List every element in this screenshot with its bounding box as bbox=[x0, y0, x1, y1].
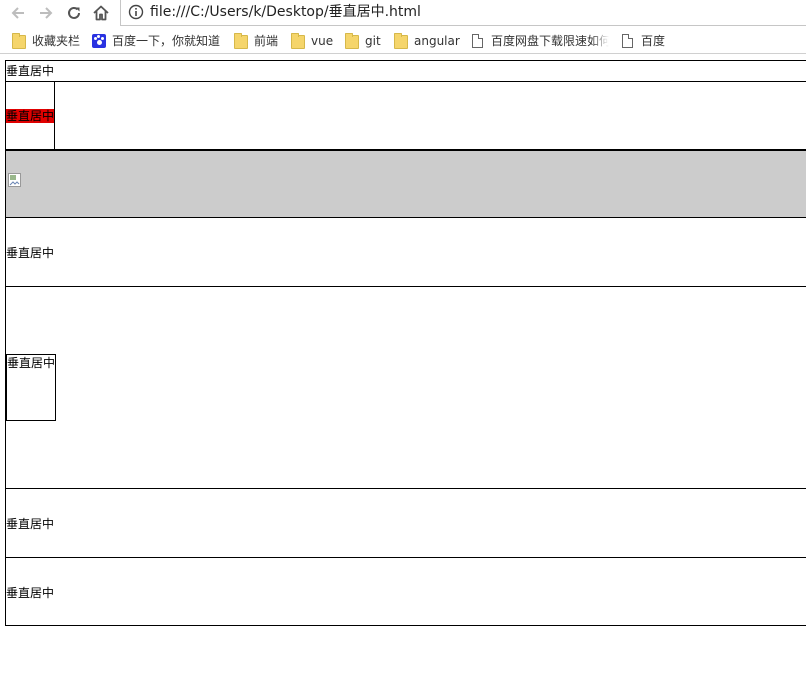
block-text: 垂直居中 bbox=[6, 246, 55, 260]
broken-image-icon bbox=[8, 173, 21, 187]
address-url[interactable]: file:///C:/Users/k/Desktop/垂直居中.html bbox=[150, 3, 421, 21]
block-text: 垂直居中 bbox=[6, 64, 55, 78]
reload-button[interactable] bbox=[64, 3, 84, 23]
bookmark-vue[interactable]: vue bbox=[291, 32, 333, 50]
page-icon bbox=[472, 34, 483, 48]
bookmark-favorites-bar[interactable]: 收藏夹栏 bbox=[12, 32, 80, 50]
arrow-left-icon bbox=[11, 7, 24, 19]
address-bar[interactable]: file:///C:/Users/k/Desktop/垂直居中.html bbox=[120, 0, 806, 26]
bookmark-label: git bbox=[365, 34, 381, 48]
arrow-right-icon bbox=[40, 7, 53, 19]
bookmarks-bar: 收藏夹栏 百度一下，你就知道 前端 vue git angular 百度网盘下载… bbox=[0, 27, 806, 54]
block-text: 垂直居中 bbox=[6, 586, 55, 600]
bookmark-baidu[interactable]: 百度 bbox=[620, 32, 665, 50]
back-button[interactable] bbox=[8, 3, 28, 23]
block-text: 垂直居中 bbox=[7, 356, 56, 370]
block-text: 垂直居中 bbox=[6, 109, 55, 123]
inner-box: 垂直居中 bbox=[6, 354, 56, 421]
centered-block-7: 垂直居中 bbox=[5, 557, 806, 626]
page-content: 垂直居中 垂直居中 垂直居中 垂直居中 垂直居中 垂直居中 bbox=[0, 55, 806, 687]
home-icon bbox=[93, 5, 109, 21]
bookmark-angular[interactable]: angular bbox=[394, 32, 460, 50]
folder-icon bbox=[394, 33, 408, 49]
bookmark-baidu-pan[interactable]: 百度网盘下载限速如何 bbox=[470, 32, 610, 50]
browser-toolbar: file:///C:/Users/k/Desktop/垂直居中.html bbox=[0, 0, 806, 26]
centered-block-1: 垂直居中 bbox=[5, 60, 806, 82]
bookmark-frontend[interactable]: 前端 bbox=[234, 32, 278, 50]
centered-block-4: 垂直居中 bbox=[5, 217, 806, 287]
centered-block-5: 垂直居中 bbox=[5, 286, 806, 489]
home-button[interactable] bbox=[91, 3, 111, 23]
red-highlight: 垂直居中 bbox=[6, 109, 54, 123]
bookmark-label: vue bbox=[311, 34, 334, 48]
bookmark-label: angular bbox=[414, 34, 460, 48]
bookmark-label: 百度 bbox=[641, 34, 666, 48]
block-text: 垂直居中 bbox=[6, 517, 55, 531]
info-icon[interactable] bbox=[128, 4, 144, 20]
folder-icon bbox=[345, 33, 359, 49]
inner-box: 垂直居中 bbox=[5, 81, 55, 150]
forward-button[interactable] bbox=[36, 3, 56, 23]
bookmark-label: 百度网盘下载限速如何 bbox=[491, 34, 609, 48]
page-icon bbox=[622, 34, 633, 48]
folder-icon bbox=[291, 33, 305, 49]
folder-icon bbox=[12, 33, 26, 49]
baidu-paw-icon bbox=[92, 34, 106, 48]
centered-block-3 bbox=[5, 150, 806, 218]
reload-icon bbox=[68, 6, 80, 19]
bookmark-git[interactable]: git bbox=[345, 32, 381, 50]
folder-icon bbox=[234, 33, 248, 49]
bookmark-label: 前端 bbox=[254, 34, 279, 48]
centered-block-2: 垂直居中 bbox=[5, 81, 806, 150]
bookmark-label: 百度一下，你就知道 bbox=[112, 34, 221, 48]
bookmark-label: 收藏夹栏 bbox=[32, 34, 81, 48]
bookmark-baidu-search[interactable]: 百度一下，你就知道 bbox=[92, 32, 220, 50]
centered-block-6: 垂直居中 bbox=[5, 488, 806, 558]
